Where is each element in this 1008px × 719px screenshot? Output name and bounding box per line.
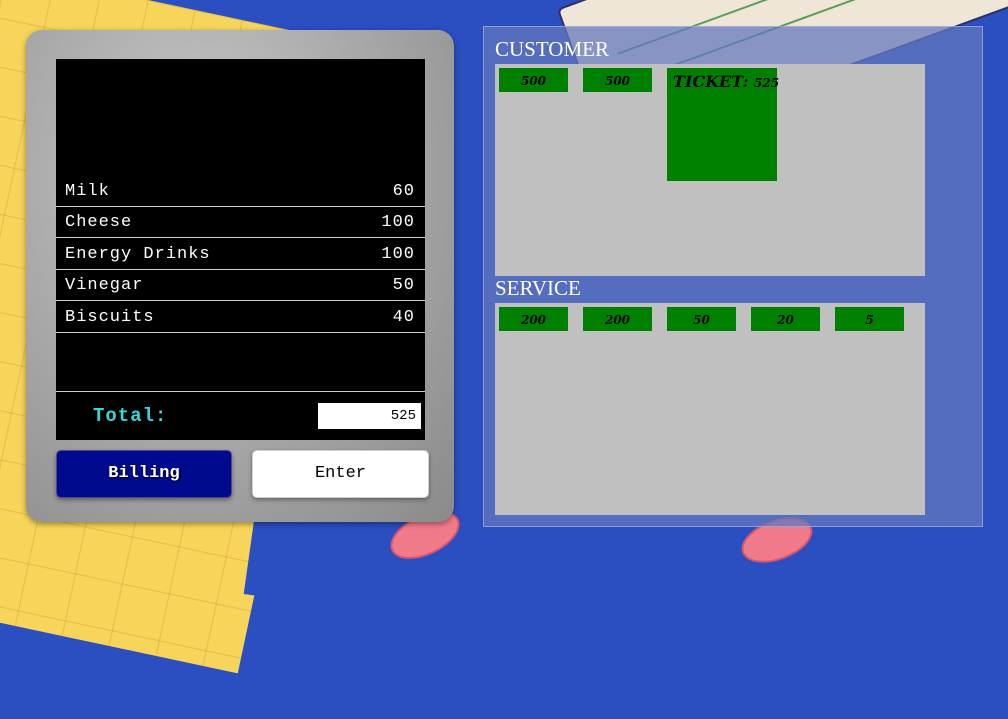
service-title: SERVICE (495, 276, 581, 300)
item-name: Energy Drinks (65, 245, 211, 264)
customer-note-500[interactable]: 500 (499, 68, 568, 92)
total-divider (56, 391, 425, 392)
ticket-amount: 525 (754, 76, 780, 90)
item-name: Vinegar (65, 276, 144, 295)
item-name: Milk (65, 182, 110, 201)
bill-item-row: Milk 60 (56, 176, 425, 207)
service-note-5[interactable]: 5 (835, 307, 904, 331)
item-name: Biscuits (65, 308, 155, 327)
total-label: Total: (93, 405, 168, 427)
service-tray: 200 200 50 20 5 (495, 303, 925, 515)
item-price: 40 (392, 308, 415, 327)
customer-tray: 500 500 TICKET: 525 (495, 64, 925, 276)
total-input[interactable]: 525 (318, 403, 421, 429)
bill-item-row: Cheese 100 (56, 207, 425, 238)
bill-screen: Milk 60 Cheese 100 Energy Drinks 100 Vin… (56, 59, 425, 440)
item-name: Cheese (65, 213, 133, 232)
service-note-200[interactable]: 200 (583, 307, 652, 331)
service-note-20[interactable]: 20 (751, 307, 820, 331)
bill-item-row: Biscuits 40 (56, 302, 425, 333)
bill-item-row: Energy Drinks 100 (56, 239, 425, 270)
bill-item-row: Vinegar 50 (56, 270, 425, 301)
customer-note-500[interactable]: 500 (583, 68, 652, 92)
ticket-card[interactable]: TICKET: 525 (667, 68, 779, 181)
item-price: 100 (381, 245, 415, 264)
item-price: 100 (381, 213, 415, 232)
item-price: 50 (392, 276, 415, 295)
customer-title: CUSTOMER (495, 37, 609, 61)
enter-button[interactable]: Enter (252, 450, 429, 498)
billing-machine: Milk 60 Cheese 100 Energy Drinks 100 Vin… (26, 30, 454, 522)
service-note-200[interactable]: 200 (499, 307, 568, 331)
service-note-50[interactable]: 50 (667, 307, 736, 331)
money-panel: CUSTOMER 500 500 TICKET: 525 SERVICE 200… (483, 26, 983, 527)
billing-button[interactable]: Billing (56, 450, 232, 498)
item-price: 60 (392, 182, 415, 201)
ticket-label: TICKET: (673, 72, 749, 91)
ticket-text: TICKET: 525 (673, 72, 779, 91)
